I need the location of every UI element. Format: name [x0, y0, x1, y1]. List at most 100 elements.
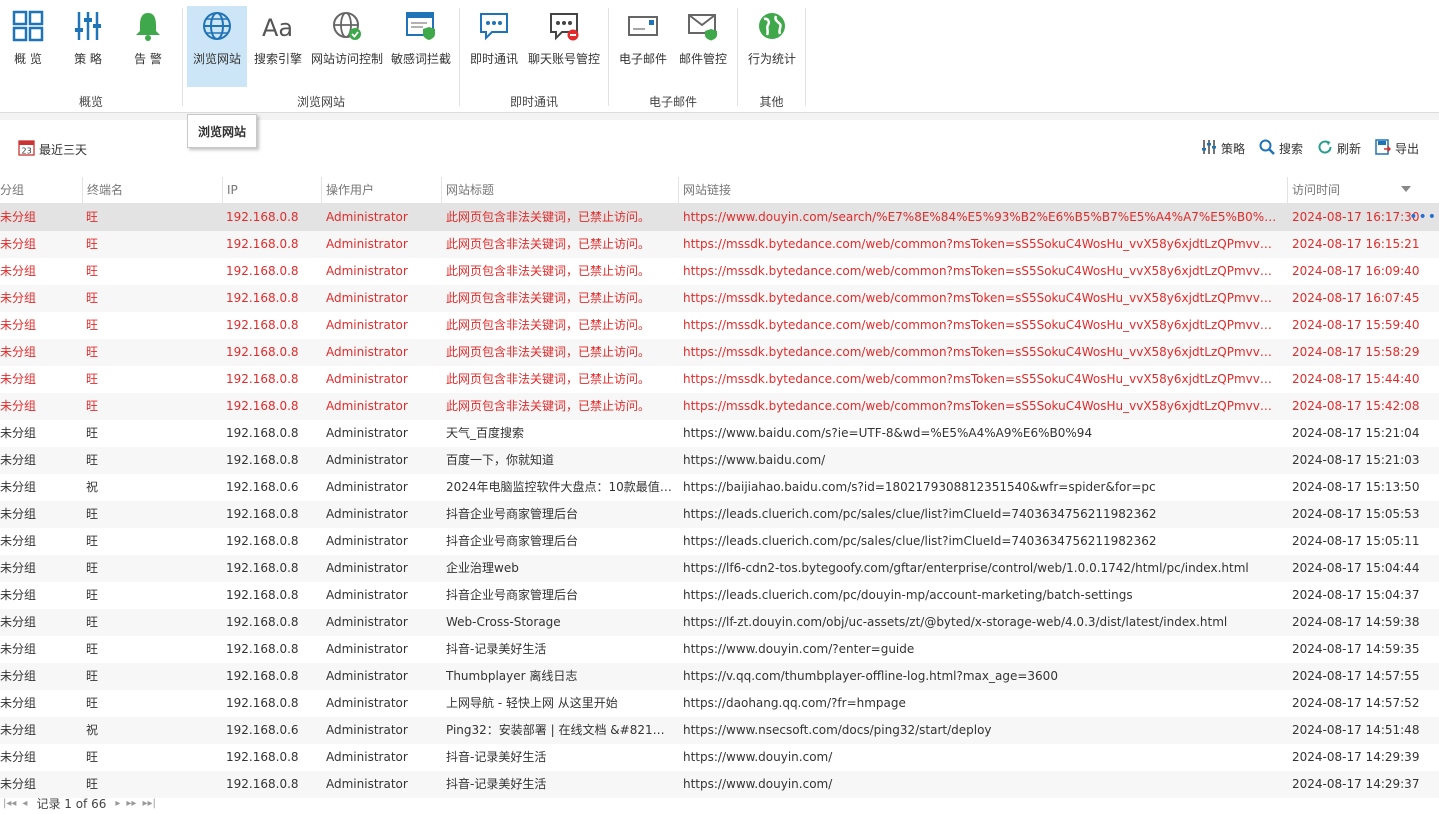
table-row[interactable]: 未分组 旺 192.168.0.8 Administrator 抖音企业号商家管理后台 h… — [0, 582, 1439, 609]
export-icon — [1375, 139, 1392, 158]
sort-desc-icon[interactable] — [1400, 183, 1412, 198]
table-row[interactable]: 未分组 旺 192.168.0.8 Administrator 企业治理web https… — [0, 555, 1439, 582]
cell-terminal: 旺 — [86, 237, 99, 251]
cell-user: Administrator — [326, 750, 408, 764]
column-header-title[interactable]: 网站标题 — [441, 177, 678, 203]
group-label-other: 其他 — [759, 95, 784, 109]
more-options-icon[interactable]: ••• — [1409, 204, 1437, 231]
cell-terminal: 旺 — [86, 696, 99, 710]
group-separator — [459, 8, 460, 106]
mail-control-button[interactable]: 邮件管控 — [676, 6, 730, 87]
group-label-email: 电子邮件 — [648, 95, 697, 109]
cell-url: https://leads.cluerich.com/pc/sales/clue… — [683, 507, 1157, 521]
dashboard-grid-icon — [10, 8, 46, 44]
im-button[interactable]: 即时通讯 — [467, 6, 521, 87]
cell-terminal: 旺 — [86, 615, 99, 629]
export-button[interactable]: 导出 — [1375, 139, 1419, 158]
cell-terminal: 祝 — [86, 480, 99, 494]
policy-button[interactable]: 策 略 — [64, 6, 112, 87]
alarm-button[interactable]: 告 警 — [124, 6, 172, 87]
column-header-ip[interactable]: IP — [222, 177, 321, 203]
strategy-button[interactable]: 策略 — [1201, 139, 1245, 158]
column-header-user[interactable]: 操作用户 — [321, 177, 441, 203]
cell-group: 未分组 — [0, 426, 37, 440]
cell-terminal: 旺 — [86, 372, 99, 386]
group-separator — [608, 8, 609, 106]
cell-user: Administrator — [326, 372, 408, 386]
table-row[interactable]: 未分组 旺 192.168.0.8 Administrator 抖音-记录美好生活 htt… — [0, 744, 1439, 771]
cell-user: Administrator — [326, 426, 408, 440]
browse-web-button[interactable]: 浏览网站 — [187, 6, 247, 87]
next-page-icon[interactable]: ▸ — [115, 798, 120, 809]
chat-account-control-button[interactable]: 聊天账号管控 — [526, 6, 602, 87]
globe-icon — [199, 8, 235, 44]
column-header-time[interactable]: 访问时间 — [1287, 177, 1417, 203]
table-row[interactable]: 未分组 旺 192.168.0.8 Administrator 此网页包含非法关键词，已… — [0, 339, 1439, 366]
policy-sliders-icon — [70, 8, 106, 44]
first-page-icon[interactable]: |◂◂ — [3, 798, 16, 809]
table-row[interactable]: 未分组 旺 192.168.0.8 Administrator 百度一下，你就知道 htt… — [0, 447, 1439, 474]
table-row[interactable]: 未分组 旺 192.168.0.8 Administrator Web-Cross-St… — [0, 609, 1439, 636]
behavior-stats-button[interactable]: 行为统计 — [745, 6, 799, 87]
sensitive-word-button[interactable]: 敏感词拦截 — [388, 6, 454, 87]
cell-title: 此网页包含非法关键词，已禁止访问。 — [446, 264, 651, 278]
table-row[interactable]: 未分组 旺 192.168.0.8 Administrator 抖音企业号商家管理后台 h… — [0, 528, 1439, 555]
overview-button[interactable]: 概 览 — [4, 6, 52, 87]
cell-time: 2024-08-17 16:07:45 — [1292, 291, 1420, 305]
cell-title: Thumbplayer 离线日志 — [446, 669, 578, 683]
table-row[interactable]: 未分组 旺 192.168.0.8 Administrator 此网页包含非法关键词，已… — [0, 393, 1439, 420]
date-range-button[interactable]: 23 最近三天 — [18, 139, 87, 159]
table-row[interactable]: 未分组 祝 192.168.0.6 Administrator 2024年电脑监控软件大… — [0, 474, 1439, 501]
site-access-control-button[interactable]: 网站访问控制 — [310, 6, 384, 87]
cell-url: https://daohang.qq.com/?fr=hmpage — [683, 696, 906, 710]
prev-page-icon[interactable]: ◂ — [22, 798, 27, 809]
column-header-url[interactable]: 网站链接 — [678, 177, 1287, 203]
cell-title: 抖音企业号商家管理后台 — [446, 534, 579, 548]
search-engine-button[interactable]: Aa 搜索引擎 — [251, 6, 305, 87]
cell-user: Administrator — [326, 264, 408, 278]
cell-url: https://www.baidu.com/ — [683, 453, 826, 467]
table-row[interactable]: 未分组 旺 192.168.0.8 Administrator 上网导航 - 轻快上网 … — [0, 690, 1439, 717]
cell-group: 未分组 — [0, 453, 37, 467]
column-header-terminal[interactable]: 终端名 — [82, 177, 222, 203]
cell-terminal: 旺 — [86, 345, 99, 359]
table-row[interactable]: 未分组 旺 192.168.0.8 Administrator 此网页包含非法关键词，已… — [0, 285, 1439, 312]
table-row[interactable]: 未分组 旺 192.168.0.8 Administrator 此网页包含非法关键词，已… — [0, 312, 1439, 339]
calendar-icon: 23 — [18, 139, 35, 159]
search-button[interactable]: 搜索 — [1259, 139, 1303, 158]
cell-time: 2024-08-17 15:21:04 — [1292, 426, 1420, 440]
table-row[interactable]: 未分组 旺 192.168.0.8 Administrator 此网页包含非法关键词，已… — [0, 231, 1439, 258]
refresh-label: 刷新 — [1336, 142, 1361, 156]
next-block-icon[interactable]: ▸▸ — [126, 798, 136, 809]
email-button[interactable]: 电子邮件 — [616, 6, 670, 87]
table-row[interactable]: 未分组 旺 192.168.0.8 Administrator 此网页包含非法关键词，已… — [0, 366, 1439, 393]
cell-group: 未分组 — [0, 669, 37, 683]
cell-time: 2024-08-17 16:09:40 — [1292, 264, 1420, 278]
refresh-button[interactable]: 刷新 — [1317, 139, 1361, 158]
table-row[interactable]: 未分组 旺 192.168.0.8 Administrator 抖音企业号商家管理后台 h… — [0, 501, 1439, 528]
table-row[interactable]: 未分组 祝 192.168.0.6 Administrator Ping32：安装部署 … — [0, 717, 1439, 744]
cell-user: Administrator — [326, 399, 408, 413]
column-header-group[interactable]: 分组 — [0, 177, 82, 203]
table-row[interactable]: 未分组 旺 192.168.0.8 Administrator Thumbplayer … — [0, 663, 1439, 690]
cell-terminal: 旺 — [86, 264, 99, 278]
cell-group: 未分组 — [0, 210, 37, 224]
cell-title: 此网页包含非法关键词，已禁止访问。 — [446, 291, 651, 305]
cell-user: Administrator — [326, 345, 408, 359]
cell-title: 此网页包含非法关键词，已禁止访问。 — [446, 210, 651, 224]
cell-time: 2024-08-17 16:15:21 — [1292, 237, 1420, 251]
cell-time: 2024-08-17 16:17:30 — [1292, 210, 1420, 224]
record-counter: 记录 1 of 66 — [36, 796, 107, 811]
cell-url: https://baijiahao.baidu.com/s?id=1802179… — [683, 480, 1156, 494]
cell-title: 天气_百度搜索 — [446, 426, 525, 440]
table-row[interactable]: 未分组 旺 192.168.0.8 Administrator 抖音-记录美好生活 htt… — [0, 636, 1439, 663]
table-row[interactable]: 未分组 旺 192.168.0.8 Administrator 此网页包含非法关键词，已… — [0, 204, 1439, 231]
table-row[interactable]: 未分组 旺 192.168.0.8 Administrator 天气_百度搜索 https… — [0, 420, 1439, 447]
im-label: 即时通讯 — [469, 52, 518, 66]
last-page-icon[interactable]: ▸▸| — [142, 798, 155, 809]
browse-web-label: 浏览网站 — [192, 52, 241, 66]
table-row[interactable]: 未分组 旺 192.168.0.8 Administrator 此网页包含非法关键词，已… — [0, 258, 1439, 285]
cell-url: https://lf-zt.douyin.com/obj/uc-assets/z… — [683, 615, 1228, 629]
cell-user: Administrator — [326, 210, 408, 224]
cell-group: 未分组 — [0, 372, 37, 386]
